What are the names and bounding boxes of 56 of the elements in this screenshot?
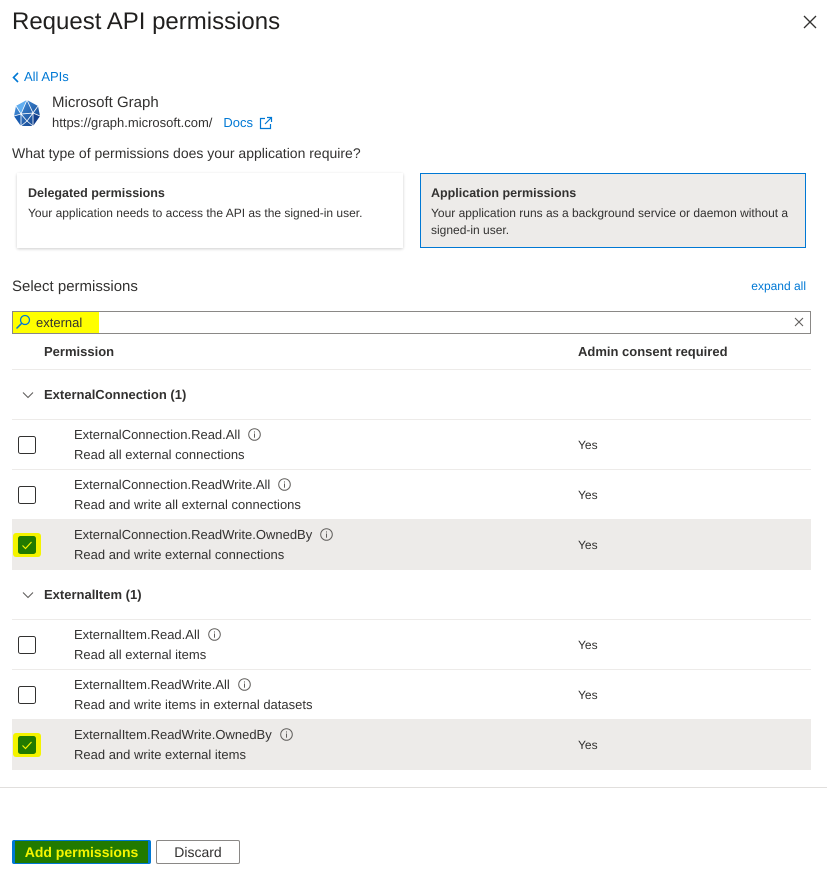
permission-name: ExternalItem.Read.All [74, 626, 200, 644]
info-icon[interactable] [248, 428, 262, 441]
permission-row[interactable]: ExternalItem.Read.All Read all external items Yes [12, 620, 811, 670]
close-icon[interactable] [803, 15, 817, 29]
add-permissions-button[interactable]: Add permissions [12, 840, 151, 864]
expand-all-link[interactable]: expand all [751, 279, 806, 293]
search-field[interactable]: external [12, 311, 811, 334]
permission-name: ExternalConnection.ReadWrite.OwnedBy [74, 526, 312, 544]
admin-consent-value: Yes [578, 488, 599, 502]
api-name: Microsoft Graph [52, 93, 160, 113]
section-heading: Select permissions [12, 278, 138, 294]
permission-description: Read all external connections [74, 446, 246, 464]
admin-consent-value: Yes [578, 638, 599, 652]
permission-type-card[interactable]: Application permissions Your application runs as a background service or daemon without a signed-in user. [420, 173, 806, 248]
card-title: Application permissions [431, 185, 578, 202]
info-icon[interactable] [280, 728, 293, 741]
polyhedron-icon [13, 99, 41, 127]
back-link[interactable]: All APIs [12, 69, 69, 85]
question-text: What type of permissions does your application require? [12, 144, 362, 163]
discard-button[interactable]: Discard [156, 840, 240, 864]
permission-name: ExternalConnection.Read.All [74, 426, 240, 444]
permission-description: Read and write external connections [74, 546, 286, 564]
group-header[interactable]: ExternalConnection (1) [12, 370, 811, 420]
external-link-icon [259, 116, 274, 130]
clear-icon[interactable] [794, 317, 804, 327]
checkbox[interactable] [13, 732, 41, 756]
api-url: https://graph.microsoft.com/ [52, 114, 212, 132]
permission-name: ExternalItem.ReadWrite.All [74, 676, 230, 694]
info-icon[interactable] [208, 628, 221, 641]
chevron-left-icon [12, 72, 19, 82]
column-header: Permission [43, 344, 116, 359]
info-icon[interactable] [320, 528, 334, 541]
docs-link[interactable]: Docs [223, 113, 274, 133]
admin-consent-value: Yes [578, 538, 599, 552]
admin-consent-value: Yes [578, 438, 599, 452]
permission-description: Read and write items in external datasets [74, 696, 312, 714]
admin-consent-value: Yes [578, 688, 599, 702]
permission-description: Read all external items [74, 646, 208, 664]
permission-name: ExternalItem.ReadWrite.OwnedBy [74, 726, 272, 744]
info-icon[interactable] [238, 678, 251, 691]
permission-row[interactable]: ExternalConnection.Read.All Read all external connections Yes [12, 420, 811, 470]
permission-description: Read and write all external connections [74, 496, 301, 514]
info-icon[interactable] [278, 478, 292, 491]
group-header[interactable]: ExternalItem (1) [12, 570, 811, 620]
column-header: Admin consent required [578, 344, 729, 359]
card-description: Your application needs to access the API as the signed-in user. [28, 205, 364, 222]
card-description: Your application runs as a background service or daemon without a signed-in user. [431, 205, 790, 239]
permission-type-card[interactable]: Delegated permissions Your application needs to access the API as the signed-in user. [17, 173, 403, 248]
permission-row[interactable]: ExternalConnection.ReadWrite.OwnedBy Read and write external connections Yes [12, 520, 811, 570]
permission-description: Read and write external items [74, 746, 247, 764]
panel-title: Request API permissions [12, 7, 280, 37]
checkbox[interactable] [13, 532, 41, 556]
card-title: Delegated permissions [28, 185, 166, 202]
admin-consent-value: Yes [578, 738, 599, 752]
permission-row[interactable]: ExternalItem.ReadWrite.OwnedBy Read and write external items Yes [12, 720, 811, 770]
permission-name: ExternalConnection.ReadWrite.All [74, 476, 270, 494]
